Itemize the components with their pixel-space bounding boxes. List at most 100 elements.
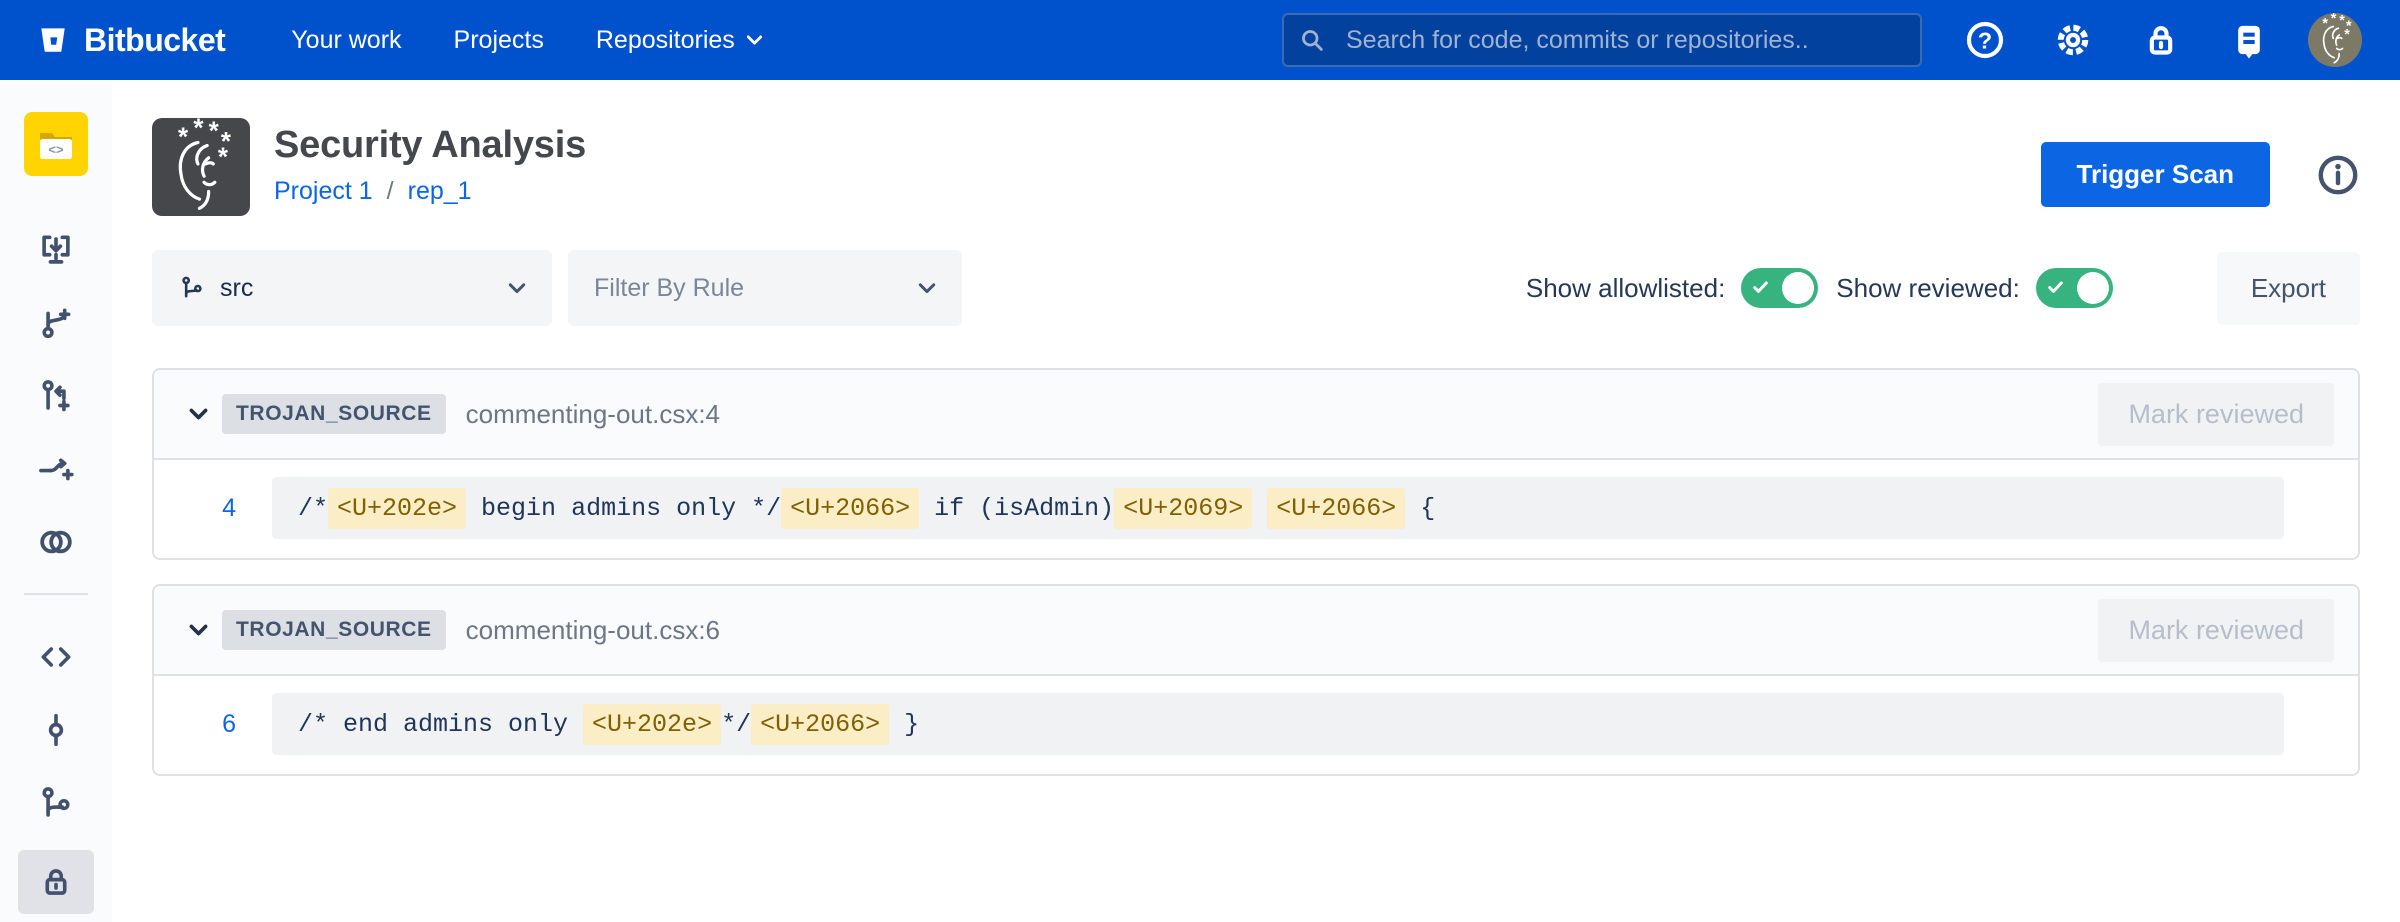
- sidebar-items: [18, 228, 94, 914]
- toggle-knob: [1782, 272, 1814, 304]
- source-code-icon: [37, 638, 75, 676]
- unicode-escape-highlight: <U+202e>: [583, 704, 721, 745]
- finding-card: TROJAN_SOURCE commenting-out.csx:6 Mark …: [152, 584, 2360, 776]
- show-reviewed-label: Show reviewed:: [1836, 273, 2020, 304]
- environments-icon: [36, 522, 76, 562]
- code-text: begin admins only */: [466, 494, 781, 523]
- feedback-icon: [2229, 20, 2269, 60]
- chevron-down-icon: [189, 624, 208, 636]
- top-navigation-bar: Bitbucket Your work Projects Repositorie…: [0, 0, 2400, 80]
- mark-reviewed-button[interactable]: Mark reviewed: [2098, 599, 2334, 662]
- bitbucket-logo[interactable]: Bitbucket: [36, 22, 225, 59]
- nav-your-work[interactable]: Your work: [291, 26, 401, 55]
- mark-reviewed-button[interactable]: Mark reviewed: [2098, 383, 2334, 446]
- sidebar-item-create-pull-request[interactable]: [18, 374, 94, 418]
- trigger-scan-button[interactable]: Trigger Scan: [2041, 142, 2271, 207]
- security-lock-button[interactable]: [2132, 11, 2190, 69]
- main-content: *** ** Security Analysis Project 1 / rep…: [112, 80, 2400, 922]
- chevron-down-icon: [747, 35, 762, 45]
- finding-card: TROJAN_SOURCE commenting-out.csx:4 Mark …: [152, 368, 2360, 560]
- svg-text:<>: <>: [48, 142, 64, 157]
- chevron-down-icon: [918, 283, 936, 294]
- commits-icon: [37, 711, 75, 749]
- code-line: /*<U+202e> begin admins only */<U+2066> …: [272, 477, 2284, 539]
- page-header: *** ** Security Analysis Project 1 / rep…: [152, 118, 2360, 216]
- breadcrumb-separator: /: [387, 177, 394, 206]
- info-icon[interactable]: [2316, 153, 2360, 197]
- user-avatar[interactable]: *** **: [2308, 13, 2362, 67]
- clone-icon: [37, 231, 75, 269]
- line-number: 6: [192, 710, 236, 739]
- breadcrumb-repo-link[interactable]: rep_1: [408, 177, 472, 206]
- code-row: 4 /*<U+202e> begin admins only */<U+2066…: [192, 477, 2284, 539]
- code-text: {: [1405, 494, 1435, 523]
- create-branch-icon: [37, 304, 75, 342]
- create-pull-request-icon: [37, 377, 75, 415]
- help-button[interactable]: ?: [1956, 11, 2014, 69]
- feedback-button[interactable]: [2220, 11, 2278, 69]
- chevron-down-icon: [189, 408, 208, 420]
- repository-sidebar: <>: [0, 80, 112, 922]
- global-search: [1282, 13, 1922, 67]
- sidebar-item-security[interactable]: [18, 850, 94, 914]
- pipelines-icon: [37, 450, 75, 488]
- svg-text:*: *: [2322, 16, 2328, 32]
- settings-button[interactable]: [2044, 11, 2102, 69]
- unicode-escape-highlight: <U+2066>: [781, 488, 919, 529]
- repository-avatar-large: *** **: [152, 118, 250, 216]
- unicode-escape-highlight: <U+2066>: [751, 704, 889, 745]
- unicode-escape-highlight: <U+2066>: [1267, 488, 1405, 529]
- branch-selector[interactable]: src: [152, 250, 552, 326]
- svg-text:*: *: [2331, 13, 2337, 27]
- breadcrumb: Project 1 / rep_1: [274, 177, 586, 206]
- nav-projects[interactable]: Projects: [454, 26, 544, 55]
- search-input[interactable]: [1282, 13, 1922, 67]
- finding-card-body: 4 /*<U+202e> begin admins only */<U+2066…: [154, 460, 2358, 558]
- toggle-knob: [2077, 272, 2109, 304]
- nav-icon-group: ?: [1956, 11, 2362, 69]
- svg-text:*: *: [2344, 27, 2350, 43]
- sidebar-item-environments[interactable]: [18, 520, 94, 564]
- nav-repositories[interactable]: Repositories: [596, 26, 762, 55]
- code-text: }: [889, 710, 919, 739]
- show-reviewed-toggle[interactable]: [2036, 268, 2113, 308]
- collapse-toggle[interactable]: [176, 392, 220, 436]
- finding-card-header: TROJAN_SOURCE commenting-out.csx:4 Mark …: [154, 370, 2358, 460]
- svg-text:*: *: [178, 122, 189, 152]
- finding-location: commenting-out.csx:4: [466, 399, 720, 430]
- unicode-escape-highlight: <U+202e>: [328, 488, 466, 529]
- code-text: /*: [298, 494, 328, 523]
- sidebar-item-create-branch[interactable]: [18, 301, 94, 345]
- sidebar-item-branches[interactable]: [18, 781, 94, 825]
- sidebar-item-commits[interactable]: [18, 708, 94, 752]
- code-text: */: [721, 710, 751, 739]
- sidebar-item-clone[interactable]: [18, 228, 94, 272]
- code-text: /* end admins only: [298, 710, 583, 739]
- export-button[interactable]: Export: [2217, 252, 2360, 325]
- primary-nav: Your work Projects Repositories: [291, 26, 762, 55]
- finding-card-header: TROJAN_SOURCE commenting-out.csx:6 Mark …: [154, 586, 2358, 676]
- sidebar-item-pipelines[interactable]: [18, 447, 94, 491]
- finding-location: commenting-out.csx:6: [466, 615, 720, 646]
- page-title: Security Analysis: [274, 124, 586, 167]
- search-icon: [1298, 26, 1326, 54]
- code-text: [1252, 494, 1267, 523]
- repository-avatar[interactable]: <>: [24, 112, 88, 176]
- repo-face-art: *** **: [152, 118, 250, 216]
- collapse-toggle[interactable]: [176, 608, 220, 652]
- branch-selected-value: src: [220, 274, 253, 303]
- code-line: /* end admins only <U+202e>*/<U+2066> }: [272, 693, 2284, 755]
- code-text: if (isAdmin): [919, 494, 1114, 523]
- sidebar-item-source[interactable]: [18, 635, 94, 679]
- bitbucket-bucket-icon: [36, 23, 70, 57]
- show-allowlisted-label: Show allowlisted:: [1526, 273, 1725, 304]
- line-number: 4: [192, 494, 236, 523]
- breadcrumb-project-link[interactable]: Project 1: [274, 177, 373, 206]
- chevron-down-icon: [508, 283, 526, 294]
- check-icon: [1753, 281, 1768, 294]
- code-row: 6 /* end admins only <U+202e>*/<U+2066> …: [192, 693, 2284, 755]
- svg-text:*: *: [218, 141, 229, 171]
- show-allowlisted-toggle[interactable]: [1741, 268, 1818, 308]
- sidebar-divider: [24, 593, 88, 595]
- rule-filter-selector[interactable]: Filter By Rule: [568, 250, 962, 326]
